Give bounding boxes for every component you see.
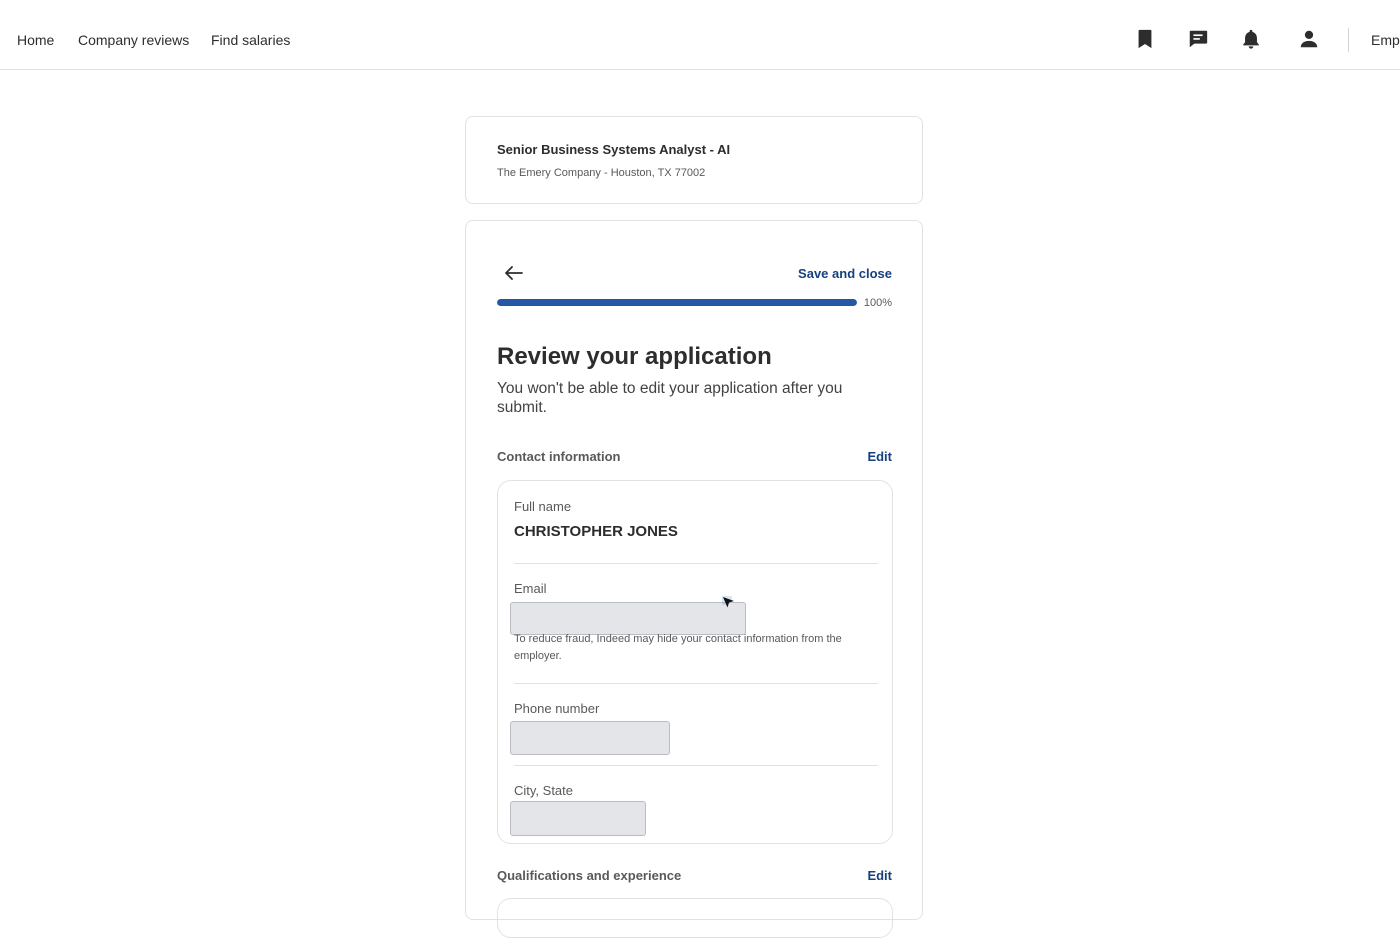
progress-percentage: 100% bbox=[863, 297, 892, 309]
nav-employers-link[interactable]: Emp bbox=[1371, 32, 1400, 48]
phone-label: Phone number bbox=[514, 701, 600, 716]
top-navigation: Home Company reviews Find salaries Emp bbox=[0, 0, 1400, 70]
job-summary-card: Senior Business Systems Analyst - AI The… bbox=[465, 116, 923, 204]
mouse-cursor-icon bbox=[722, 596, 734, 608]
city-state-value-redacted bbox=[510, 801, 646, 836]
qualifications-section-label: Qualifications and experience bbox=[497, 868, 682, 883]
save-and-close-button[interactable]: Save and close bbox=[798, 266, 892, 281]
email-label: Email bbox=[514, 581, 547, 596]
messages-icon[interactable] bbox=[1187, 28, 1209, 50]
qualifications-info-box bbox=[497, 898, 893, 938]
profile-icon[interactable] bbox=[1298, 28, 1320, 50]
email-fraud-note: To reduce fraud, Indeed may hide your co… bbox=[514, 633, 842, 662]
progress-bar-fill bbox=[497, 299, 857, 306]
phone-value-redacted bbox=[510, 721, 670, 755]
field-divider bbox=[514, 563, 878, 564]
qualifications-edit-button[interactable]: Edit bbox=[867, 868, 892, 883]
notifications-icon[interactable] bbox=[1240, 28, 1262, 50]
back-arrow-icon[interactable] bbox=[503, 264, 525, 282]
full-name-value: CHRISTOPHER JONES bbox=[514, 523, 678, 540]
contact-edit-button[interactable]: Edit bbox=[867, 449, 892, 464]
job-title: Senior Business Systems Analyst - AI bbox=[497, 142, 731, 157]
city-state-label: City, State bbox=[514, 783, 574, 798]
contact-section-label: Contact information bbox=[497, 449, 621, 464]
field-divider bbox=[514, 765, 878, 766]
field-divider bbox=[514, 683, 878, 684]
nav-company-reviews-link[interactable]: Company reviews bbox=[78, 32, 189, 48]
nav-divider bbox=[1348, 28, 1349, 52]
progress-bar bbox=[497, 299, 857, 306]
nav-find-salaries-link[interactable]: Find salaries bbox=[211, 32, 290, 48]
job-company-location: The Emery Company - Houston, TX 77002 bbox=[497, 167, 706, 179]
page-subtitle: You won't be able to edit your applicati… bbox=[497, 380, 843, 416]
full-name-label: Full name bbox=[514, 499, 572, 514]
nav-home-link[interactable]: Home bbox=[17, 32, 54, 48]
bookmark-icon[interactable] bbox=[1134, 28, 1156, 50]
contact-info-box: Full name CHRISTOPHER JONES Email To red… bbox=[497, 480, 893, 844]
page-title: Review your application bbox=[497, 343, 772, 370]
application-card: Save and close 100% Review your applicat… bbox=[465, 220, 923, 938]
